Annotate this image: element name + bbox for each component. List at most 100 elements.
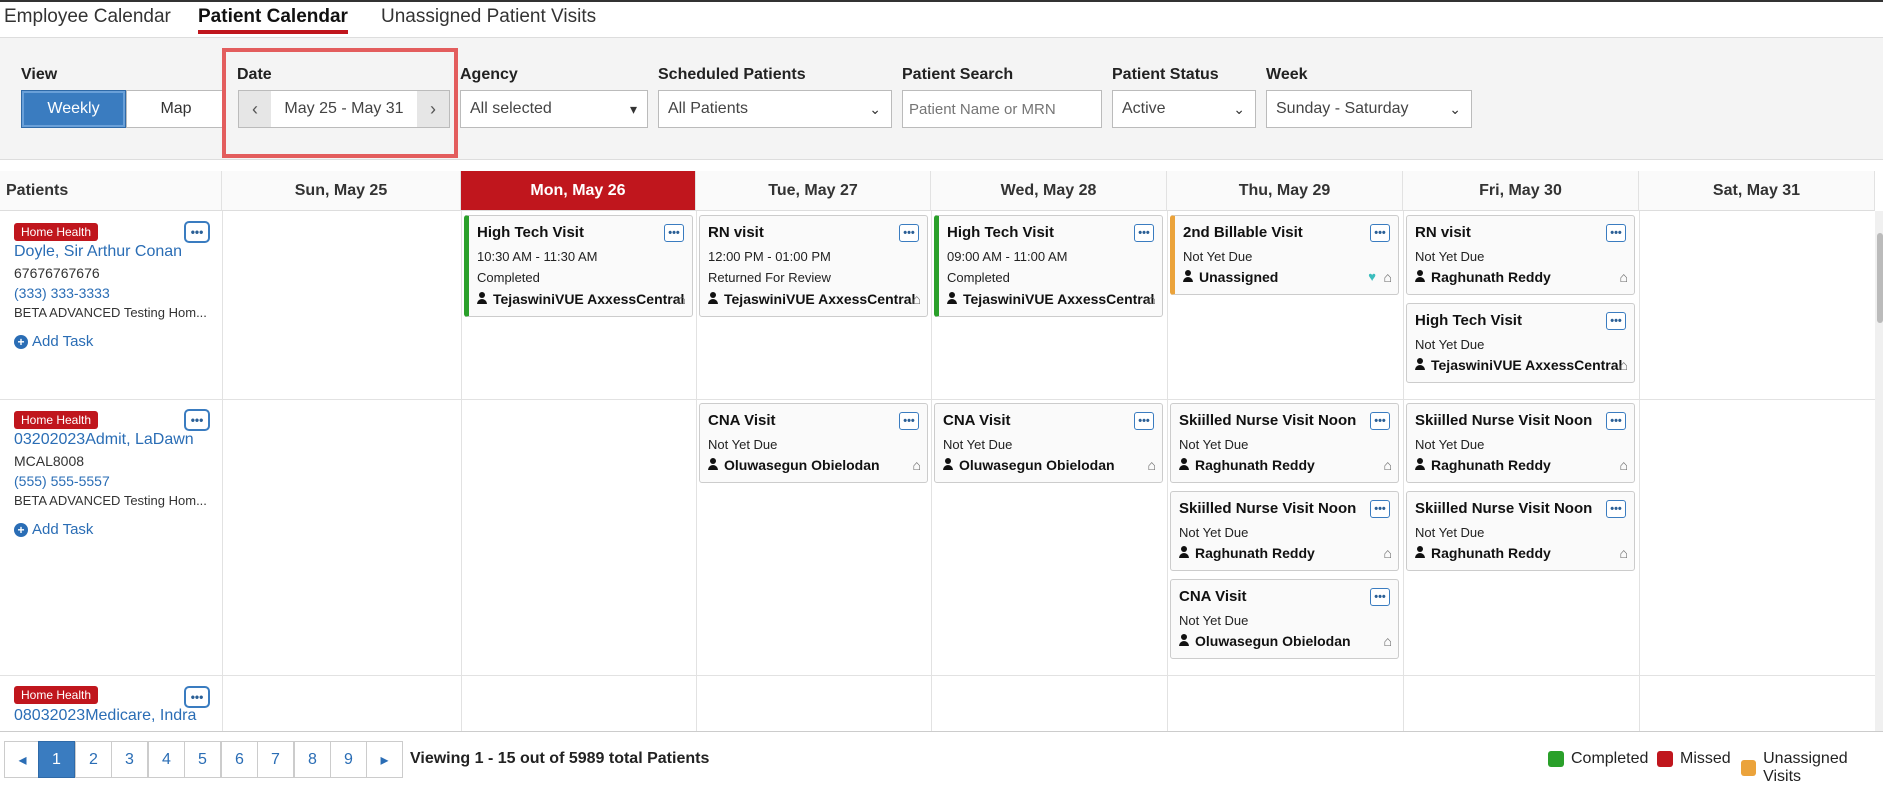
- legend-swatch: [1657, 751, 1673, 767]
- tab-employee-calendar[interactable]: Employee Calendar: [4, 6, 171, 28]
- home-icon: ⌂: [1147, 457, 1156, 473]
- week-select[interactable]: Sunday - Saturday ⌄: [1266, 90, 1472, 128]
- visit-card[interactable]: Skiilled Nurse Visit Noon ••• Not Yet Du…: [1406, 491, 1635, 571]
- page-button[interactable]: 3: [111, 741, 148, 778]
- visit-time: 09:00 AM - 11:00 AM: [947, 249, 1068, 264]
- visit-menu-button[interactable]: •••: [1606, 500, 1626, 518]
- scheduled-patients-label: Scheduled Patients: [658, 66, 806, 83]
- visit-card[interactable]: CNA Visit ••• Not Yet Due Oluwasegun Obi…: [1170, 579, 1399, 659]
- visit-menu-button[interactable]: •••: [1606, 412, 1626, 430]
- pagination-footer: ◂ 1 2 3 4 5 6 7 8 9 ▸ Viewing 1 - 15 out…: [0, 731, 1883, 785]
- person-icon: [477, 292, 487, 304]
- visit-status: Completed: [477, 270, 540, 285]
- day-header-thu: Thu, May 29: [1167, 171, 1403, 211]
- visit-card[interactable]: High Tech Visit ••• 09:00 AM - 11:00 AM …: [934, 215, 1163, 317]
- patient-phone[interactable]: (555) 555-5557: [14, 473, 110, 489]
- person-icon: [1183, 270, 1193, 282]
- patient-search-input[interactable]: [902, 90, 1102, 128]
- person-icon: [1415, 546, 1425, 558]
- page-button[interactable]: 5: [184, 741, 221, 778]
- visit-assignee: Unassigned: [1183, 269, 1278, 285]
- visit-menu-button[interactable]: •••: [664, 224, 684, 242]
- patient-name-link[interactable]: Doyle, Sir Arthur Conan: [14, 243, 182, 261]
- visit-card[interactable]: Skiilled Nurse Visit Noon ••• Not Yet Du…: [1406, 403, 1635, 483]
- scheduled-patients-select[interactable]: All Patients ⌄: [658, 90, 892, 128]
- patient-mrn: 67676767676: [14, 265, 100, 281]
- visit-menu-button[interactable]: •••: [1370, 588, 1390, 606]
- weekly-view-button[interactable]: Weekly: [21, 90, 126, 128]
- visit-time: 10:30 AM - 11:30 AM: [477, 249, 598, 264]
- add-task-label: Add Task: [32, 521, 94, 538]
- visit-card[interactable]: 2nd Billable Visit ••• Not Yet Due Unass…: [1170, 215, 1399, 295]
- page-button[interactable]: 2: [75, 741, 112, 778]
- heart-icon: ♥: [1368, 269, 1376, 284]
- patient-menu-button[interactable]: •••: [184, 221, 210, 243]
- visit-card[interactable]: CNA Visit ••• Not Yet Due Oluwasegun Obi…: [699, 403, 928, 483]
- scrollbar-thumb[interactable]: [1877, 233, 1883, 323]
- tab-patient-calendar[interactable]: Patient Calendar: [198, 6, 348, 28]
- visit-status: Not Yet Due: [1179, 437, 1249, 452]
- visit-assignee: Oluwasegun Obielodan: [1179, 633, 1351, 649]
- visit-title: Skiilled Nurse Visit Noon: [1415, 500, 1593, 517]
- visit-card[interactable]: CNA Visit ••• Not Yet Due Oluwasegun Obi…: [934, 403, 1163, 483]
- day-header-tue: Tue, May 27: [696, 171, 931, 211]
- chevron-down-icon: ⌄: [1233, 101, 1245, 117]
- visit-status: Not Yet Due: [1415, 525, 1485, 540]
- next-page-button[interactable]: ▸: [366, 741, 403, 778]
- map-view-button[interactable]: Map: [126, 90, 226, 128]
- page-button[interactable]: 9: [330, 741, 367, 778]
- legend-unassigned: Unassigned Visits: [1741, 750, 1883, 786]
- agency-select[interactable]: All selected ▾: [460, 90, 648, 128]
- visit-card[interactable]: High Tech Visit ••• Not Yet Due Tejaswin…: [1406, 303, 1635, 383]
- visit-menu-button[interactable]: •••: [1606, 312, 1626, 330]
- visit-menu-button[interactable]: •••: [1134, 412, 1154, 430]
- patient-menu-button[interactable]: •••: [184, 686, 210, 708]
- page-button[interactable]: 1: [38, 741, 75, 778]
- add-task-link[interactable]: + Add Task: [14, 521, 93, 538]
- visit-menu-button[interactable]: •••: [899, 224, 919, 242]
- patient-status-select[interactable]: Active ⌄: [1112, 90, 1256, 128]
- visit-card[interactable]: High Tech Visit ••• 10:30 AM - 11:30 AM …: [464, 215, 693, 317]
- patient-menu-button[interactable]: •••: [184, 409, 210, 431]
- visit-menu-button[interactable]: •••: [1134, 224, 1154, 242]
- tab-unassigned-visits[interactable]: Unassigned Patient Visits: [381, 6, 596, 28]
- viewing-count: Viewing 1 - 15 out of 5989 total Patient…: [410, 750, 710, 767]
- person-icon: [708, 458, 718, 470]
- page-button[interactable]: 8: [294, 741, 331, 778]
- visit-status: Not Yet Due: [1179, 613, 1249, 628]
- page-button[interactable]: 4: [148, 741, 185, 778]
- grid-line: [931, 211, 932, 731]
- visit-assignee: TejaswiniVUE AxxessCentral: [477, 291, 684, 307]
- home-icon: ⌂: [1383, 269, 1392, 285]
- visit-assignee: Raghunath Reddy: [1415, 545, 1551, 561]
- more-icon: •••: [190, 413, 204, 427]
- prev-page-button[interactable]: ◂: [4, 741, 41, 778]
- home-icon: ⌂: [1619, 357, 1628, 373]
- visit-menu-button[interactable]: •••: [1370, 500, 1390, 518]
- visit-status: Not Yet Due: [943, 437, 1013, 452]
- visit-status: Completed: [947, 270, 1010, 285]
- day-header-mon: Mon, May 26: [461, 171, 696, 211]
- visit-assignee: TejaswiniVUE AxxessCentral: [708, 291, 915, 307]
- person-icon: [943, 458, 953, 470]
- visit-card[interactable]: RN visit ••• Not Yet Due Raghunath Reddy…: [1406, 215, 1635, 295]
- visit-card[interactable]: Skiilled Nurse Visit Noon ••• Not Yet Du…: [1170, 491, 1399, 571]
- visit-title: RN visit: [708, 224, 764, 241]
- add-task-link[interactable]: + Add Task: [14, 333, 93, 350]
- page-button[interactable]: 7: [257, 741, 294, 778]
- visit-menu-button[interactable]: •••: [1370, 224, 1390, 242]
- person-icon: [1415, 358, 1425, 370]
- visit-menu-button[interactable]: •••: [1370, 412, 1390, 430]
- page-button[interactable]: 6: [221, 741, 258, 778]
- visit-card[interactable]: Skiilled Nurse Visit Noon ••• Not Yet Du…: [1170, 403, 1399, 483]
- patient-phone[interactable]: (333) 333-3333: [14, 285, 110, 301]
- visit-menu-button[interactable]: •••: [899, 412, 919, 430]
- patient-name-link[interactable]: 03202023Admit, LaDawn: [14, 431, 194, 449]
- patient-name-link[interactable]: 08032023Medicare, Indra: [14, 707, 196, 725]
- home-icon: ⌂: [1383, 457, 1392, 473]
- visit-card[interactable]: RN visit ••• 12:00 PM - 01:00 PM Returne…: [699, 215, 928, 317]
- person-icon: [1179, 458, 1189, 470]
- more-icon: •••: [190, 690, 204, 704]
- visit-menu-button[interactable]: •••: [1606, 224, 1626, 242]
- chevron-down-icon: ⌄: [1449, 101, 1461, 117]
